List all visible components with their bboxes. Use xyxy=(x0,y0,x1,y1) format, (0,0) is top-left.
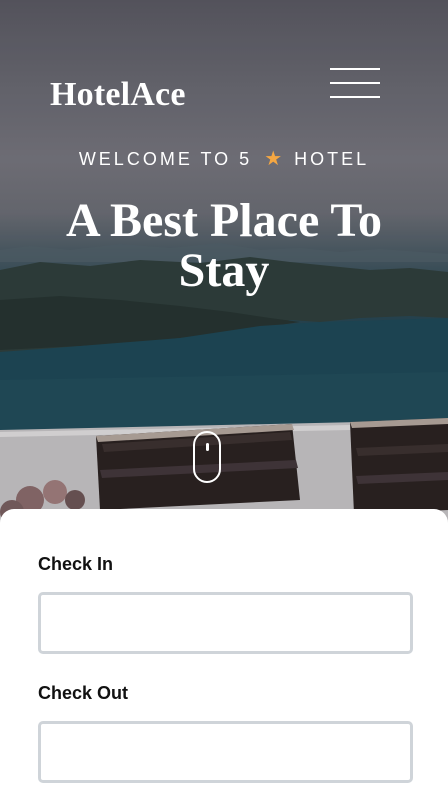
hamburger-menu-icon-line xyxy=(330,82,380,84)
check-out-input[interactable] xyxy=(38,721,413,783)
scroll-wheel-dot xyxy=(206,443,209,451)
menu-button[interactable] xyxy=(330,68,382,100)
welcome-prefix: WELCOME TO 5 xyxy=(78,149,253,169)
hamburger-menu-icon-line xyxy=(330,96,380,98)
check-in-input[interactable] xyxy=(38,592,413,654)
check-in-label: Check In xyxy=(38,554,114,574)
hero-headline-line1: A Best Place To xyxy=(65,194,382,247)
welcome-tagline: WELCOME TO 5 ★ HOTEL xyxy=(0,146,448,171)
hero-banner: HotelAce WELCOME TO 5 ★ HOTEL A Best Pla… xyxy=(0,0,448,530)
mouse-scroll-icon[interactable] xyxy=(193,431,221,483)
hero-headline-line2: Stay xyxy=(178,244,270,297)
star-icon: ★ xyxy=(264,148,283,170)
hero-headline: A Best Place To Stay xyxy=(0,196,448,296)
check-out-label: Check Out xyxy=(38,683,129,703)
hamburger-menu-icon xyxy=(330,68,380,70)
booking-form-panel: Check In Check Out xyxy=(0,509,448,809)
welcome-suffix: HOTEL xyxy=(294,149,370,169)
brand-logo[interactable]: HotelAce xyxy=(50,76,186,114)
